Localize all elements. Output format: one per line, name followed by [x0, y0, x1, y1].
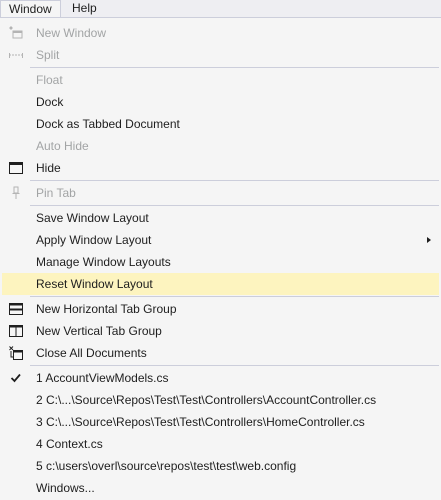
- hide-window-icon: [8, 160, 24, 176]
- menu-item-pin-tab[interactable]: Pin Tab: [2, 182, 439, 204]
- menu-item-label: Float: [36, 73, 63, 87]
- menu-item-label: New Horizontal Tab Group: [36, 302, 177, 316]
- menu-item-recent-4[interactable]: 4 Context.cs: [2, 433, 439, 455]
- menu-item-new-window[interactable]: New Window: [2, 22, 439, 44]
- menu-item-label: Manage Window Layouts: [36, 255, 171, 269]
- window-menu-dropdown: New Window Split Float Dock Dock as Tabb…: [0, 17, 441, 500]
- menu-item-label: 3 C:\...\Source\Repos\Test\Test\Controll…: [36, 415, 365, 429]
- menu-separator: [30, 296, 439, 297]
- split-icon: [8, 47, 24, 63]
- menu-item-label: 2 C:\...\Source\Repos\Test\Test\Controll…: [36, 393, 377, 407]
- horizontal-tab-group-icon: [8, 301, 24, 317]
- menu-item-hide[interactable]: Hide: [2, 157, 439, 179]
- menu-separator: [30, 365, 439, 366]
- menu-item-apply-layout[interactable]: Apply Window Layout: [2, 229, 439, 251]
- menu-item-label: Reset Window Layout: [36, 277, 153, 291]
- menu-item-dock-tabbed[interactable]: Dock as Tabbed Document: [2, 113, 439, 135]
- menu-item-label: Dock: [36, 95, 64, 109]
- pin-icon: [8, 185, 24, 201]
- menu-item-label: Hide: [36, 161, 61, 175]
- menu-item-label: Windows...: [36, 481, 95, 495]
- menu-item-label: Split: [36, 48, 60, 62]
- menu-separator: [30, 205, 439, 206]
- menu-item-recent-1[interactable]: 1 AccountViewModels.cs: [2, 367, 439, 389]
- menu-separator: [30, 67, 439, 68]
- menu-item-split[interactable]: Split: [2, 44, 439, 66]
- vertical-tab-group-icon: [8, 323, 24, 339]
- menu-item-label: Save Window Layout: [36, 211, 149, 225]
- menu-item-new-vertical-group[interactable]: New Vertical Tab Group: [2, 320, 439, 342]
- menu-bar: Window Help: [0, 0, 441, 19]
- menu-item-label: Auto Hide: [36, 139, 89, 153]
- menu-item-label: New Window: [36, 26, 107, 40]
- checkmark-icon: [8, 370, 24, 386]
- menu-item-windows[interactable]: Windows...: [2, 477, 439, 499]
- menu-item-recent-2[interactable]: 2 C:\...\Source\Repos\Test\Test\Controll…: [2, 389, 439, 411]
- menu-item-label: Close All Documents: [36, 346, 147, 360]
- menu-help[interactable]: Help: [64, 0, 105, 18]
- menu-item-label: 4 Context.cs: [36, 437, 103, 451]
- menu-item-dock[interactable]: Dock: [2, 91, 439, 113]
- new-window-icon: [8, 25, 24, 41]
- close-all-documents-icon: [8, 345, 24, 361]
- menu-item-reset-layout[interactable]: Reset Window Layout: [2, 273, 439, 295]
- menu-item-label: Apply Window Layout: [36, 233, 152, 247]
- menu-item-save-layout[interactable]: Save Window Layout: [2, 207, 439, 229]
- menu-item-label: Pin Tab: [36, 186, 76, 200]
- menu-item-manage-layouts[interactable]: Manage Window Layouts: [2, 251, 439, 273]
- menu-item-label: 5 c:\users\overl\source\repos\test\test\…: [36, 459, 297, 473]
- menu-item-recent-3[interactable]: 3 C:\...\Source\Repos\Test\Test\Controll…: [2, 411, 439, 433]
- menu-item-float[interactable]: Float: [2, 69, 439, 91]
- menu-item-recent-5[interactable]: 5 c:\users\overl\source\repos\test\test\…: [2, 455, 439, 477]
- menu-item-new-horizontal-group[interactable]: New Horizontal Tab Group: [2, 298, 439, 320]
- submenu-arrow-icon: [427, 237, 431, 243]
- menu-item-label: 1 AccountViewModels.cs: [36, 371, 169, 385]
- menu-item-close-all[interactable]: Close All Documents: [2, 342, 439, 364]
- menu-item-auto-hide[interactable]: Auto Hide: [2, 135, 439, 157]
- menu-separator: [30, 180, 439, 181]
- menu-item-label: New Vertical Tab Group: [36, 324, 162, 338]
- menu-item-label: Dock as Tabbed Document: [36, 117, 180, 131]
